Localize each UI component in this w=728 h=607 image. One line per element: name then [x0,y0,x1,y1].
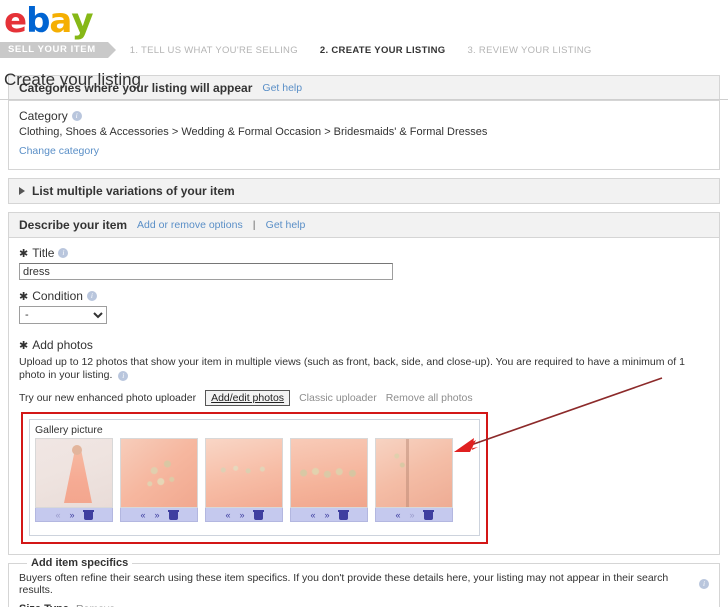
move-right-icon[interactable]: » [325,510,330,520]
info-icon[interactable]: i [86,291,97,301]
thumbnail-image[interactable] [375,438,453,508]
ebay-create-listing-page: ebay SELL YOUR ITEM 1. TELL US WHAT YOU'… [0,0,728,607]
thumbnail-image[interactable] [120,438,198,508]
trash-icon[interactable] [167,509,179,520]
item-specifics-fieldset: Add item specifics Buyers often refine t… [8,557,720,607]
describe-get-help-link[interactable]: Get help [266,219,306,231]
category-path: Clothing, Shoes & Accessories > Wedding … [19,126,488,138]
trash-icon[interactable] [82,509,94,520]
list-variations-label: List multiple variations of your item [32,184,235,198]
thumbnail-image[interactable] [290,438,368,508]
required-asterisk-icon: ✱ [19,339,29,352]
item-specifics-help-text: Buyers often refine their search using t… [19,572,669,596]
thumbnail-controls: « » [35,508,113,522]
item-specifics-help-row: Buyers often refine their search using t… [19,572,709,596]
photo-gallery: Gallery picture « » « » « » « » « » [29,419,480,536]
page-title: Create your listing [4,70,142,89]
logo-letter-y: y [71,1,93,41]
move-left-icon: « [55,509,61,520]
thumbnail-item[interactable]: « » [290,438,368,522]
info-icon[interactable]: i [71,111,82,121]
add-photos-help-row: Upload up to 12 photos that show your it… [19,356,709,382]
info-icon[interactable]: i [699,579,709,589]
required-asterisk-icon: ✱ [19,290,29,303]
title-divider [0,99,728,100]
condition-field-label: Condition [32,289,83,303]
chevron-right-icon [19,187,25,195]
uploader-prompt: Try our new enhanced photo uploader [19,392,197,404]
item-specifics-legend: Add item specifics [27,557,133,569]
thumbnail-item[interactable]: « » [35,438,113,522]
breadcrumb-step-3: 3. REVIEW YOUR LISTING [467,44,592,56]
category-label: Category [19,109,68,123]
uploader-row: Try our new enhanced photo uploader Add/… [19,390,709,406]
move-left-icon[interactable]: « [225,510,230,520]
change-category-link[interactable]: Change category [19,145,99,157]
thumbnail-image[interactable] [205,438,283,508]
logo-letter-b: b [26,1,50,41]
breadcrumb-step-1[interactable]: 1. TELL US WHAT YOU'RE SELLING [130,45,298,56]
move-left-icon[interactable]: « [140,510,145,520]
logo-letter-a: a [49,1,72,41]
classic-uploader-link[interactable]: Classic uploader [299,392,377,404]
item-specifics-section: Add item specifics Buyers often refine t… [8,557,720,607]
size-type-row: Size Type Remove [19,603,709,607]
move-right-icon[interactable]: » [70,510,75,520]
breadcrumb-step-2: 2. CREATE YOUR LISTING [319,44,446,56]
move-right-icon[interactable]: » [155,510,160,520]
logo-letter-e: e [4,1,27,41]
thumbnail-image[interactable] [35,438,113,508]
breadcrumb: SELL YOUR ITEM 1. TELL US WHAT YOU'RE SE… [0,42,592,58]
condition-select[interactable]: - [19,306,107,324]
info-icon[interactable]: i [58,248,69,258]
condition-field-label-row: ✱ Condition i [19,289,709,303]
categories-get-help-link[interactable]: Get help [262,82,302,94]
thumbnail-item[interactable]: « » [375,438,453,522]
trash-icon[interactable] [422,509,434,520]
trash-icon[interactable] [337,509,349,520]
thumbnail-controls: « » [205,508,283,522]
photo-gallery-highlight-box: Gallery picture « » « » « » « » « » [21,412,488,544]
add-photos-label-row: ✱ Add photos [19,338,709,352]
move-left-icon[interactable]: « [395,510,400,520]
add-remove-options-link[interactable]: Add or remove options [137,219,243,231]
describe-item-body: ✱ Title i ✱ Condition i - ✱ Add photos U… [9,238,719,554]
thumbnail-controls: « » [290,508,368,522]
thumbnail-item[interactable]: « » [205,438,283,522]
title-field-label-row: ✱ Title i [19,246,709,260]
page-header: ebay SELL YOUR ITEM 1. TELL US WHAT YOU'… [0,0,728,100]
breadcrumb-sell-your-item: SELL YOUR ITEM [0,42,116,58]
category-label-row: Category i [19,109,709,123]
ebay-logo[interactable]: ebay [4,1,94,41]
describe-item-panel: Describe your item Add or remove options… [8,212,720,555]
categories-panel-body: Category i Clothing, Shoes & Accessories… [9,101,719,169]
thumbnail-item[interactable]: « » [120,438,198,522]
add-photos-label: Add photos [32,338,93,352]
thumbnail-list: « » « » « » « » « » [35,438,474,522]
size-type-remove-link[interactable]: Remove [76,603,115,607]
title-field-label: Title [32,246,55,260]
describe-item-title: Describe your item [19,218,128,232]
move-left-icon[interactable]: « [310,510,315,520]
list-variations-row[interactable]: List multiple variations of your item [8,178,720,204]
describe-item-header: Describe your item Add or remove options… [9,212,719,238]
move-right-icon: » [409,509,415,520]
trash-icon[interactable] [252,509,264,520]
required-asterisk-icon: ✱ [19,247,29,260]
add-edit-photos-button[interactable]: Add/edit photos [205,390,291,406]
move-right-icon[interactable]: » [240,510,245,520]
info-icon[interactable]: i [118,371,129,381]
title-input[interactable] [19,263,393,280]
gallery-picture-label: Gallery picture [35,424,103,436]
size-type-label: Size Type [19,603,69,607]
thumbnail-controls: « » [120,508,198,522]
link-separator: | [252,219,256,231]
remove-all-photos-link[interactable]: Remove all photos [386,392,473,404]
thumbnail-controls: « » [375,508,453,522]
